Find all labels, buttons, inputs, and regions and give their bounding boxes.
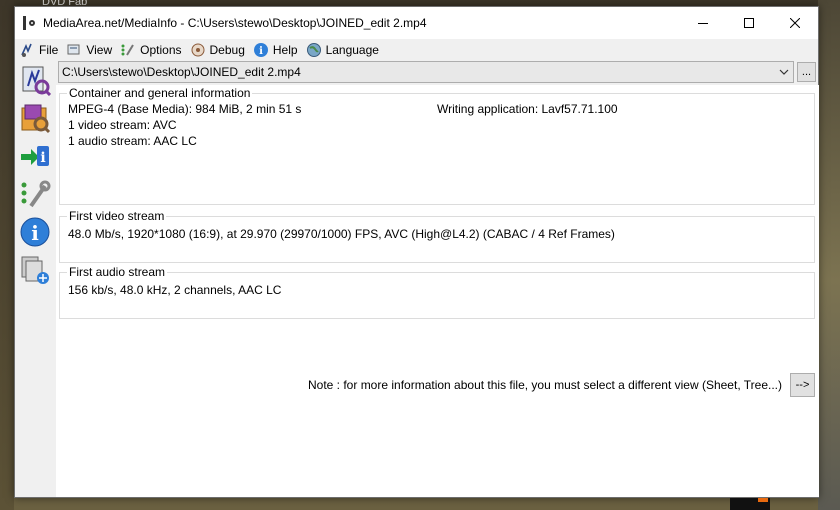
menu-language[interactable]: Language <box>304 40 385 60</box>
view-note-text: Note : for more information about this f… <box>308 378 782 392</box>
close-button[interactable] <box>772 7 818 39</box>
view-icon <box>66 42 82 58</box>
menu-file[interactable]: File <box>17 40 64 60</box>
menu-help-label: Help <box>272 43 298 57</box>
desktop-background-left <box>0 0 14 510</box>
preferences-icon <box>21 180 51 208</box>
about-icon: i <box>20 217 50 247</box>
close-icon <box>790 18 800 28</box>
sidebar-knowledge-base-button[interactable] <box>18 251 52 289</box>
svg-text:i: i <box>40 150 45 166</box>
audio-stream-title: First audio stream <box>67 265 168 279</box>
menu-bar: File View Options Debug i Help Language <box>15 39 818 61</box>
sidebar-about-button[interactable]: i <box>18 213 52 251</box>
video-stream-group: First video stream 48.0 Mb/s, 1920*1080 … <box>59 209 815 263</box>
menu-view[interactable]: View <box>64 40 118 60</box>
audio-stream-count-line: 1 audio stream: AAC LC <box>68 134 197 148</box>
container-info-title: Container and general information <box>67 86 253 100</box>
svg-text:i: i <box>259 46 263 57</box>
menu-debug[interactable]: Debug <box>188 40 251 60</box>
minimize-button[interactable] <box>680 7 726 39</box>
options-icon <box>120 42 136 58</box>
sidebar-preferences-button[interactable] <box>18 175 52 213</box>
window-title: MediaArea.net/MediaInfo - C:\Users\stewo… <box>43 16 427 30</box>
desktop-background-right <box>818 0 840 510</box>
file-selector-bar: C:\Users\stewo\Desktop\JOINED_edit 2.mp4… <box>58 61 816 83</box>
maximize-icon <box>744 18 754 28</box>
menu-debug-label: Debug <box>209 43 245 57</box>
minimize-icon <box>698 23 708 24</box>
browse-button[interactable]: ... <box>797 62 816 82</box>
sidebar-toolbar: i i <box>15 61 55 497</box>
menu-view-label: View <box>86 43 113 57</box>
sidebar-open-file-button[interactable] <box>18 61 52 99</box>
open-file-icon <box>22 66 51 96</box>
file-path-value: C:\Users\stewo\Desktop\JOINED_edit 2.mp4 <box>62 65 301 79</box>
audio-stream-group: First audio stream 156 kb/s, 48.0 kHz, 2… <box>59 265 815 319</box>
knowledge-base-icon <box>21 256 49 284</box>
container-format-line: MPEG-4 (Base Media): 984 MiB, 2 min 51 s <box>68 102 302 116</box>
export-icon: i <box>21 146 49 166</box>
audio-stream-details: 156 kb/s, 48.0 kHz, 2 channels, AAC LC <box>68 283 282 297</box>
menu-options[interactable]: Options <box>118 40 187 60</box>
file-path-dropdown[interactable]: C:\Users\stewo\Desktop\JOINED_edit 2.mp4 <box>58 61 794 83</box>
video-stream-title: First video stream <box>67 209 167 223</box>
menu-options-label: Options <box>140 43 182 57</box>
video-stream-count-line: 1 video stream: AVC <box>68 118 177 132</box>
mediainfo-app-icon <box>23 15 37 31</box>
taskbar-fragment <box>730 498 770 510</box>
writing-application-line: Writing application: Lavf57.71.100 <box>437 102 618 116</box>
debug-icon <box>190 42 206 58</box>
change-view-button[interactable]: --> <box>790 373 815 397</box>
sidebar-open-folder-button[interactable] <box>18 99 52 137</box>
mediainfo-window: MediaArea.net/MediaInfo - C:\Users\stewo… <box>14 6 819 498</box>
svg-text:i: i <box>31 221 39 245</box>
menu-file-label: File <box>39 43 59 57</box>
open-folder-icon <box>21 104 51 134</box>
video-stream-details: 48.0 Mb/s, 1920*1080 (16:9), at 29.970 (… <box>68 227 615 241</box>
title-bar[interactable]: MediaArea.net/MediaInfo - C:\Users\stewo… <box>15 7 818 39</box>
file-icon <box>19 42 35 58</box>
chevron-down-icon <box>779 69 789 75</box>
maximize-button[interactable] <box>726 7 772 39</box>
sidebar-export-button[interactable]: i <box>18 137 52 175</box>
container-info-group: Container and general information MPEG-4… <box>59 86 815 205</box>
help-icon: i <box>253 42 269 58</box>
basic-view-panel: Container and general information MPEG-4… <box>56 85 819 497</box>
menu-help[interactable]: i Help <box>251 40 304 60</box>
language-icon <box>306 42 322 58</box>
menu-language-label: Language <box>325 43 379 57</box>
